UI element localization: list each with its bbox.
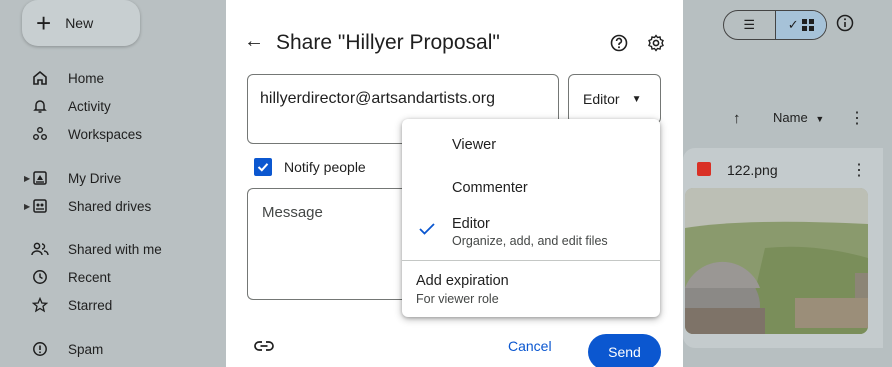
role-option-label: Commenter <box>452 180 528 196</box>
plus-icon: + <box>36 8 52 38</box>
sidebar-item-home[interactable]: Home <box>30 66 104 90</box>
sort-by-name-button[interactable]: Name ▼ <box>773 110 824 125</box>
sidebar-item-label: Shared with me <box>68 241 162 257</box>
notify-label: Notify people <box>284 159 366 175</box>
check-icon: ✓ <box>787 17 799 32</box>
image-file-icon <box>697 162 711 176</box>
new-button-label: New <box>65 15 94 31</box>
role-value: Editor <box>583 91 620 107</box>
notify-people-checkbox[interactable]: Notify people <box>254 158 366 176</box>
sidebar-item-label: Home <box>68 70 105 86</box>
role-option-editor[interactable]: Editor Organize, add, and edit files <box>402 209 660 259</box>
role-option-viewer[interactable]: Viewer <box>402 119 660 175</box>
grid-view-button[interactable]: ✓ <box>774 11 826 39</box>
bell-icon <box>30 96 50 116</box>
sidebar-item-shared-with-me[interactable]: Shared with me <box>30 237 162 261</box>
sidebar-item-label: My Drive <box>68 170 122 186</box>
shared-drives-icon <box>30 196 50 216</box>
home-icon <box>30 68 50 88</box>
sidebar-item-my-drive[interactable]: ▶ My Drive <box>24 166 122 190</box>
menu-divider <box>402 260 660 261</box>
sidebar-item-label: Starred <box>68 297 113 313</box>
role-option-label: Viewer <box>452 137 497 153</box>
recipient-email: hillyerdirector@artsandartists.org <box>260 90 495 107</box>
view-toggle[interactable]: ☰ ✓ <box>723 10 827 40</box>
sidebar-item-label: Activity <box>68 98 111 114</box>
role-option-commenter[interactable]: Commenter <box>402 169 660 209</box>
expiration-label: Add expiration <box>416 273 509 289</box>
file-thumbnail <box>685 188 868 334</box>
expiration-description: For viewer role <box>416 292 499 306</box>
sidebar-item-label: Recent <box>68 269 111 285</box>
people-icon <box>30 239 50 259</box>
info-icon[interactable] <box>836 14 854 32</box>
drive-icon <box>30 168 50 188</box>
sidebar-item-workspaces[interactable]: Workspaces <box>30 122 142 146</box>
cancel-button[interactable]: Cancel <box>508 338 552 354</box>
sidebar-item-activity[interactable]: Activity <box>30 94 111 118</box>
caret-down-icon: ▼ <box>631 93 642 105</box>
workspaces-icon <box>30 124 50 144</box>
list-view-button[interactable]: ☰ <box>724 11 775 39</box>
sidebar-item-label: Spam <box>68 341 104 357</box>
sidebar-item-spam[interactable]: Spam <box>30 337 103 361</box>
dialog-title: Share "Hillyer Proposal" <box>276 31 500 54</box>
sidebar-item-shared-drives[interactable]: ▶ Shared drives <box>24 194 152 218</box>
message-placeholder: Message <box>262 204 323 221</box>
copy-link-icon[interactable] <box>254 340 274 352</box>
role-select[interactable]: Editor ▼ <box>568 74 661 124</box>
gear-icon[interactable] <box>647 34 665 52</box>
grid-icon <box>801 19 814 31</box>
new-button[interactable]: + New <box>22 0 140 46</box>
role-option-description: Organize, add, and edit files <box>452 234 608 248</box>
sidebar: + New Home Activity Workspaces ▶ My Driv… <box>0 0 226 367</box>
star-icon <box>30 295 50 315</box>
file-list-area: ☰ ✓ ↑ Name ▼ ⋮ 122.png ⋮ <box>683 0 892 367</box>
expand-caret-icon[interactable]: ▶ <box>24 202 30 211</box>
expand-caret-icon[interactable]: ▶ <box>24 174 30 183</box>
more-vert-icon[interactable]: ⋮ <box>849 108 865 128</box>
sidebar-item-label: Workspaces <box>68 126 143 142</box>
clock-icon <box>30 267 50 287</box>
sidebar-item-starred[interactable]: Starred <box>30 293 112 317</box>
back-arrow-icon[interactable]: ← <box>244 30 264 53</box>
more-vert-icon[interactable]: ⋮ <box>851 160 867 180</box>
sort-label: Name <box>773 110 808 125</box>
send-button[interactable]: Send <box>588 334 661 367</box>
role-option-label: Editor <box>452 216 490 232</box>
list-icon: ☰ <box>743 17 756 32</box>
sidebar-item-label: Shared drives <box>68 198 152 214</box>
caret-down-icon: ▼ <box>815 114 825 124</box>
file-card[interactable]: 122.png ⋮ <box>683 148 883 348</box>
sidebar-item-recent[interactable]: Recent <box>30 265 111 289</box>
check-icon <box>418 222 436 236</box>
help-icon[interactable] <box>610 34 628 52</box>
file-name: 122.png <box>727 162 778 178</box>
checkbox-checked-icon[interactable] <box>254 158 272 176</box>
sort-direction-icon[interactable]: ↑ <box>733 110 741 127</box>
role-menu: Viewer Commenter Editor Organize, add, a… <box>402 119 660 317</box>
spam-icon <box>30 339 50 359</box>
